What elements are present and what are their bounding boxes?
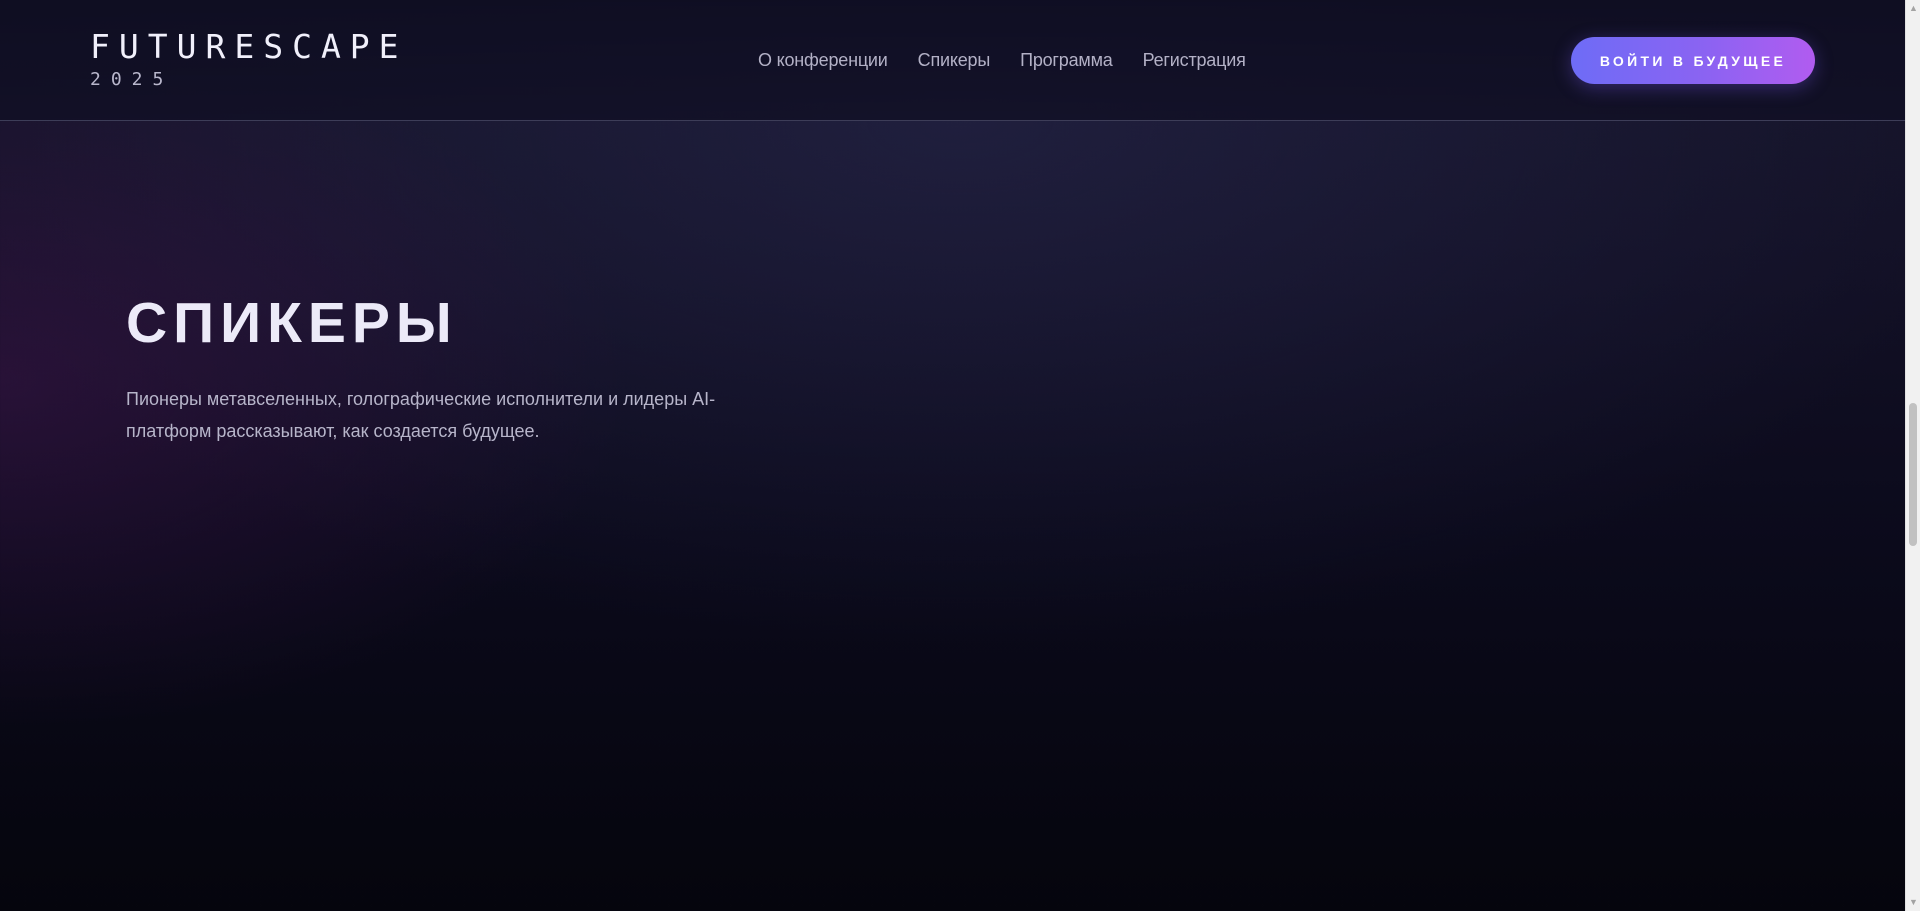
- nav-item-program[interactable]: Программа: [1020, 48, 1113, 72]
- section-title: СПИКЕРЫ: [126, 291, 458, 355]
- section-description: Пионеры метавселенных, голографические и…: [126, 389, 716, 441]
- logo-title: FUTURESCAPE: [90, 27, 408, 66]
- nav-item-about[interactable]: О конференции: [758, 48, 888, 72]
- vertical-scrollbar[interactable]: ▲ ▼: [1905, 0, 1920, 911]
- main-nav: О конференции Спикеры Программа Регистра…: [758, 48, 1246, 72]
- scroll-down-icon[interactable]: ▼: [1906, 895, 1920, 910]
- logo-year: 2025: [90, 69, 174, 90]
- logo[interactable]: FUTURESCAPE 2025: [90, 28, 408, 92]
- scroll-up-icon[interactable]: ▲: [1906, 1, 1920, 16]
- site-header: FUTURESCAPE 2025 О конференции Спикеры П…: [0, 0, 1905, 121]
- nav-item-registration[interactable]: Регистрация: [1143, 48, 1246, 72]
- scrollbar-thumb[interactable]: [1909, 403, 1917, 546]
- enter-future-button[interactable]: ВОЙТИ В БУДУЩЕЕ: [1571, 37, 1815, 84]
- nav-item-speakers[interactable]: Спикеры: [918, 48, 991, 72]
- page: FUTURESCAPE 2025 О конференции Спикеры П…: [0, 0, 1905, 911]
